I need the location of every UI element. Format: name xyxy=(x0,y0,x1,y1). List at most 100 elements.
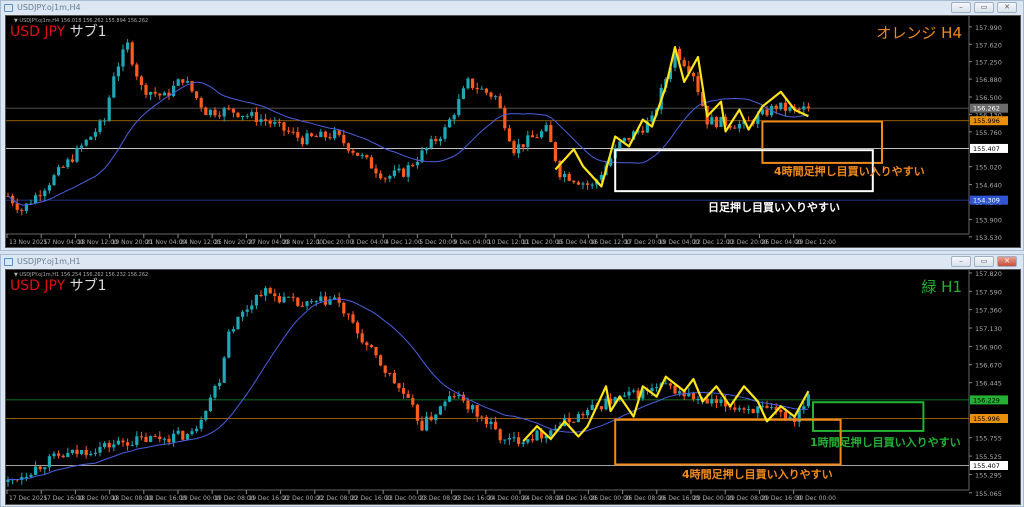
candle-body xyxy=(599,406,603,410)
candle-body xyxy=(254,112,258,122)
candle-body xyxy=(112,76,116,98)
candle-body xyxy=(199,98,203,108)
time-tick-label: 1 Dec 20:00 xyxy=(317,239,354,246)
candle-body xyxy=(806,106,810,109)
candle-body xyxy=(466,400,470,410)
candle-body xyxy=(185,434,189,440)
candle-body xyxy=(107,443,111,448)
candle-body xyxy=(765,109,769,116)
candle-body xyxy=(553,142,557,161)
candle-body xyxy=(241,311,245,317)
candle-body xyxy=(172,433,176,443)
chart-area[interactable]: 157.990 157.620 157.250 156.880 156.500 156.1… xyxy=(5,15,1021,248)
candle-body xyxy=(356,152,360,156)
candle-body xyxy=(494,96,498,98)
close-button[interactable]: ✕ xyxy=(997,256,1017,267)
candle-body xyxy=(429,416,433,421)
candle-body xyxy=(484,88,488,93)
candle-body xyxy=(719,399,723,403)
price-tick-label: 155.755 xyxy=(975,435,1002,443)
candle-body xyxy=(291,131,295,133)
candle-body xyxy=(333,130,337,139)
candle-body xyxy=(116,440,120,445)
candle-body xyxy=(254,295,258,306)
title-bar[interactable]: USDJPY.oj1m,H1 – ▭ ✕ xyxy=(1,255,1023,269)
candle-body xyxy=(273,293,277,297)
candle-body xyxy=(264,119,268,121)
time-tick-label: 29 Dec 12:00 xyxy=(796,239,837,246)
candle-body xyxy=(103,443,107,447)
candle-body xyxy=(89,136,93,140)
candle-body xyxy=(503,439,507,441)
candle-body xyxy=(57,453,61,456)
candle-body xyxy=(250,305,254,310)
price-level-label: 155.407 xyxy=(973,462,1000,470)
candle-body xyxy=(530,439,534,441)
candle-body xyxy=(287,296,291,298)
candle-body xyxy=(121,440,125,443)
maximize-button[interactable]: ▭ xyxy=(974,2,994,13)
candle-body xyxy=(710,399,714,404)
candle-body xyxy=(158,93,162,96)
candle-body xyxy=(415,404,419,421)
annotation-1h: 1時間足押し目買い入りやすい xyxy=(810,436,961,449)
candle-body xyxy=(328,137,332,139)
chart-window-h1[interactable]: USDJPY.oj1m,H1 – ▭ ✕ 157.820 157.590 157.360… xyxy=(0,254,1024,507)
candle-body xyxy=(457,98,461,116)
minimize-button[interactable]: – xyxy=(951,2,971,13)
candle-body xyxy=(149,436,153,442)
candle-body xyxy=(264,288,268,296)
candle-body xyxy=(512,141,516,154)
price-chart[interactable]: 157.990157.620157.250156.880156.500156.1… xyxy=(6,16,1020,247)
candle-body xyxy=(443,127,447,139)
candle-body xyxy=(714,117,718,127)
candle-body xyxy=(365,155,369,158)
price-chart[interactable]: 157.820 157.590 157.360 157.130 156.900 156.6… xyxy=(6,270,1020,504)
time-tick-label: 4 Dec 12:00 xyxy=(385,239,422,246)
candle-body xyxy=(342,302,346,314)
candle-body xyxy=(84,139,88,146)
maximize-button[interactable]: ▭ xyxy=(974,256,994,267)
price-tick-label: 155.295 xyxy=(975,471,1002,479)
annotation-4h: 4時間足押し目買い入りやすい xyxy=(682,468,833,481)
candle-body xyxy=(259,295,263,297)
candle-body xyxy=(314,301,318,303)
candle-body xyxy=(181,430,185,440)
candle-body xyxy=(70,159,74,162)
candle-body xyxy=(586,410,590,416)
candle-body xyxy=(47,185,51,191)
candle-body xyxy=(415,161,419,166)
price-tick-label: 153.900 xyxy=(975,216,1002,224)
time-tick-label: 17 Dec 2025 xyxy=(9,495,48,502)
candle-body xyxy=(411,397,415,405)
close-button[interactable]: ✕ xyxy=(997,2,1017,13)
candle-body xyxy=(425,416,429,431)
title-bar[interactable]: USDJPY.oj1m,H4 – ▭ ✕ xyxy=(1,1,1023,15)
candle-body xyxy=(567,417,571,422)
candle-body xyxy=(489,92,493,97)
timeframe-label: 緑 H1 xyxy=(921,278,962,296)
candle-body xyxy=(696,398,700,400)
candle-body xyxy=(581,414,585,416)
price-tick-label: 157.590 xyxy=(975,288,1002,296)
chart-window-icon xyxy=(4,4,13,12)
candle-body xyxy=(176,79,180,86)
candle-body xyxy=(544,125,548,132)
price-level-label: 155.996 xyxy=(973,415,1000,423)
candle-body xyxy=(231,108,235,113)
price-tick-label: 155.020 xyxy=(975,164,1002,172)
candle-body xyxy=(425,147,429,151)
candle-body xyxy=(310,301,314,303)
candle-body xyxy=(346,313,350,315)
candle-body xyxy=(139,76,143,85)
candle-body xyxy=(448,119,452,128)
minimize-button[interactable]: – xyxy=(951,256,971,267)
candle-body xyxy=(314,136,318,138)
candle-body xyxy=(61,455,65,458)
candle-body xyxy=(277,122,281,124)
candle-body xyxy=(622,395,626,397)
candle-body xyxy=(241,115,245,118)
candle-body xyxy=(682,60,686,67)
chart-window-h4[interactable]: USDJPY.oj1m,H4 – ▭ ✕ 157.990 157.620 157.250… xyxy=(0,0,1024,251)
chart-area[interactable]: 157.820 157.590 157.360 157.130 156.900 156.6… xyxy=(5,269,1021,505)
